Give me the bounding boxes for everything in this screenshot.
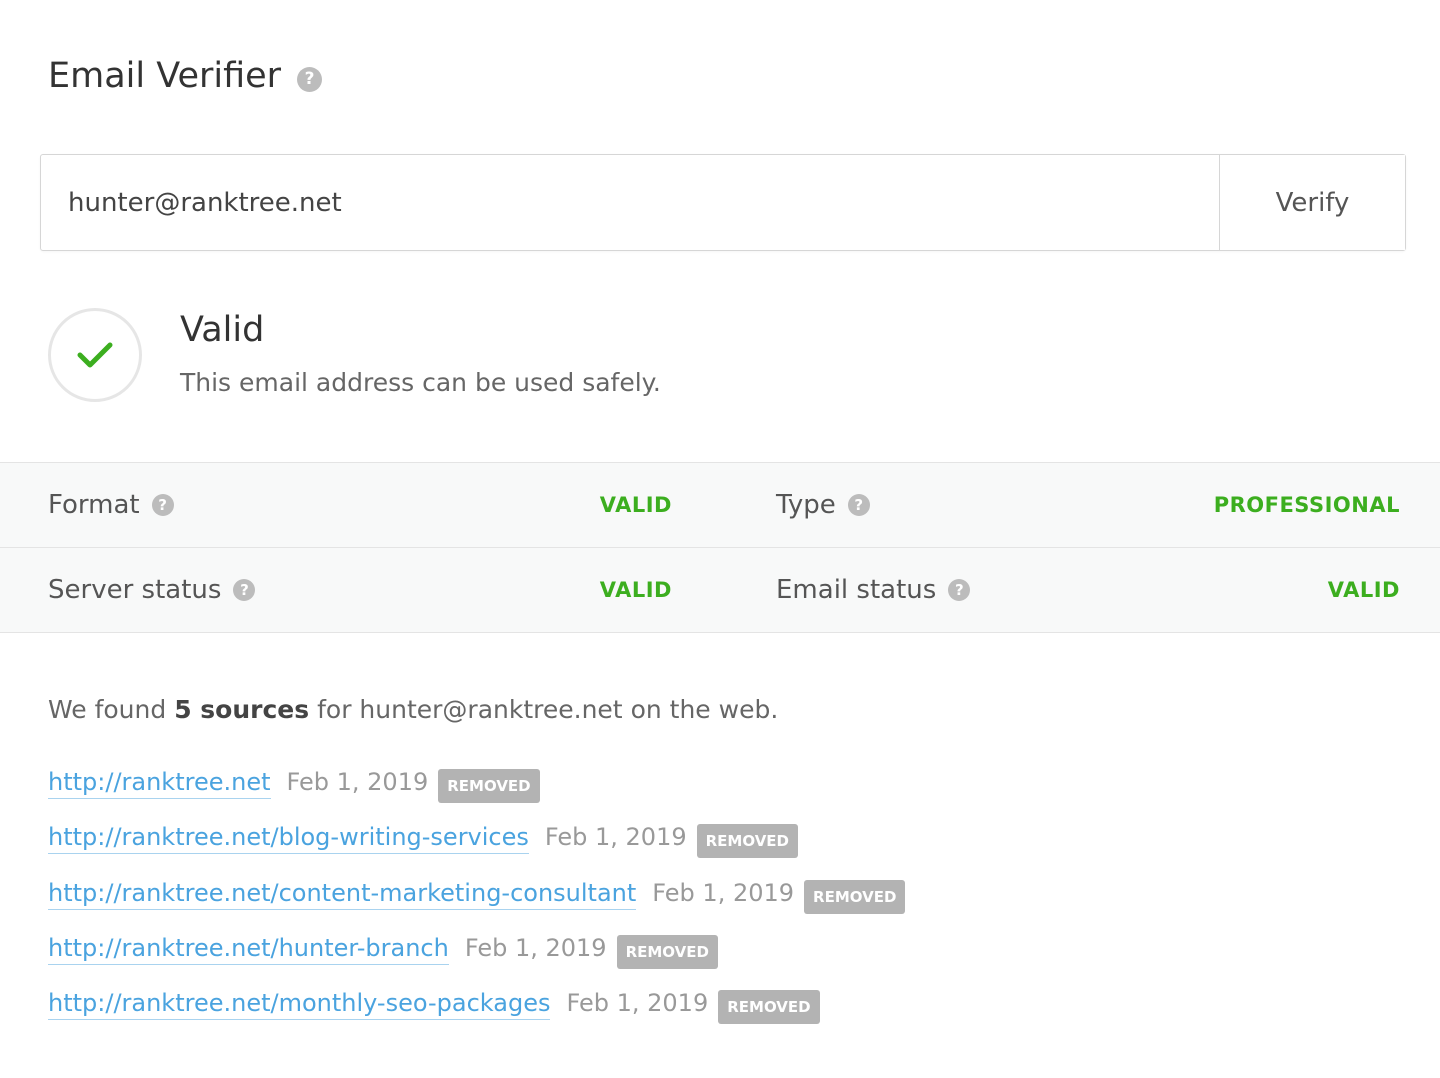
source-date: Feb 1, 2019: [286, 768, 429, 796]
source-date: Feb 1, 2019: [544, 823, 687, 852]
email-status-value: VALID: [1327, 578, 1400, 602]
removed-badge: REMOVED: [696, 824, 799, 859]
removed-badge: REMOVED: [804, 879, 906, 914]
type-value: PROFESSIONAL: [1213, 493, 1400, 517]
sources-summary: We found 5 sources for hunter@ranktree.n…: [48, 695, 778, 724]
result-description: This email address can be used safely.: [180, 368, 661, 397]
verify-button[interactable]: Verify: [1219, 155, 1405, 250]
source-date: Feb 1, 2019: [566, 989, 709, 1018]
list-item: http://ranktree.net/monthly-seo-packages…: [48, 989, 905, 1044]
details-row-1: Format ? VALID Type ? PROFESSIONAL: [0, 463, 1440, 548]
removed-badge: REMOVED: [438, 769, 540, 803]
format-label-text: Format: [48, 490, 140, 520]
question-circle-icon[interactable]: ?: [847, 494, 870, 516]
sources-suffix: on the web.: [630, 695, 779, 724]
email-input[interactable]: [41, 155, 1219, 250]
question-circle-icon[interactable]: ?: [297, 66, 323, 92]
sources-count: 5 sources: [174, 695, 310, 724]
source-link[interactable]: http://ranktree.net/monthly-seo-packages: [48, 989, 551, 1021]
email-status-label: Email status ?: [776, 548, 971, 632]
format-label: Format ?: [48, 463, 174, 547]
type-label: Type ?: [776, 463, 870, 547]
question-circle-icon[interactable]: ?: [151, 494, 174, 516]
removed-badge: REMOVED: [616, 934, 718, 969]
sources-email: hunter@ranktree.net: [359, 695, 623, 724]
page-title-text: Email Verifier: [48, 56, 282, 96]
removed-badge: REMOVED: [718, 990, 820, 1025]
server-status-label-text: Server status: [48, 575, 222, 605]
valid-status-icon: [48, 308, 142, 402]
sources-list: http://ranktree.net Feb 1, 2019 REMOVED …: [48, 768, 906, 1044]
server-status-value: VALID: [599, 578, 672, 602]
type-label-text: Type: [776, 490, 836, 520]
verify-form: Verify: [40, 154, 1406, 251]
list-item: http://ranktree.net/hunter-branch Feb 1,…: [48, 934, 905, 989]
question-circle-icon[interactable]: ?: [948, 579, 971, 601]
check-icon: [77, 342, 113, 368]
list-item: http://ranktree.net/blog-writing-service…: [48, 823, 905, 878]
list-item: http://ranktree.net Feb 1, 2019 REMOVED: [48, 768, 905, 823]
source-link[interactable]: http://ranktree.net/hunter-branch: [48, 934, 449, 965]
server-status-label: Server status ?: [48, 548, 256, 632]
format-value: VALID: [599, 493, 672, 517]
source-link[interactable]: http://ranktree.net: [48, 768, 271, 799]
list-item: http://ranktree.net/content-marketing-co…: [48, 878, 906, 934]
sources-for: for: [317, 695, 352, 724]
result-status: Valid: [180, 310, 265, 350]
source-link[interactable]: http://ranktree.net/blog-writing-service…: [48, 823, 529, 855]
question-circle-icon[interactable]: ?: [233, 579, 256, 601]
page-title: Email Verifier ?: [48, 56, 323, 96]
sources-intro: We found: [48, 695, 167, 724]
source-date: Feb 1, 2019: [464, 933, 607, 962]
source-link[interactable]: http://ranktree.net/content-marketing-co…: [48, 879, 637, 910]
source-date: Feb 1, 2019: [652, 878, 795, 907]
email-status-label-text: Email status: [776, 575, 937, 605]
verification-details: Format ? VALID Type ? PROFESSIONAL Serve…: [0, 462, 1440, 633]
details-row-2: Server status ? VALID Email status ? VAL…: [0, 548, 1440, 633]
